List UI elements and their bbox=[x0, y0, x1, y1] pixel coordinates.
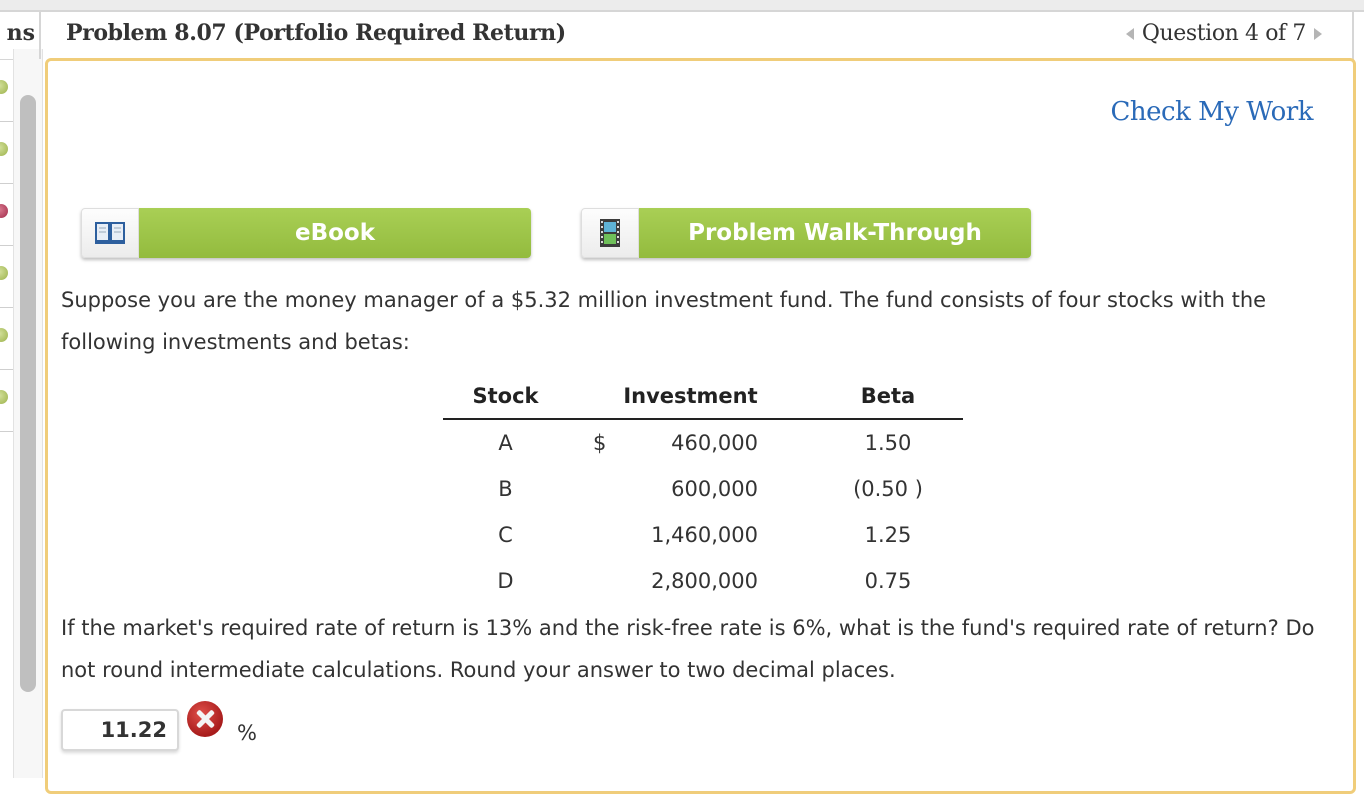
column-header-stock: Stock bbox=[443, 374, 568, 420]
currency-symbol bbox=[593, 523, 613, 547]
previous-question-icon[interactable] bbox=[1125, 27, 1134, 40]
question-position: Question 4 of 7 bbox=[1141, 21, 1307, 46]
ebook-button-label: eBook bbox=[139, 208, 531, 258]
problem-walkthrough-button[interactable]: Problem Walk-Through bbox=[581, 208, 1031, 258]
beta-cell: 1.25 bbox=[864, 523, 912, 547]
stock-table: Stock Investment Beta A $460,000 1.50 B … bbox=[443, 374, 963, 604]
table-row: C 1,460,000 1.25 bbox=[443, 512, 963, 558]
book-icon bbox=[81, 208, 139, 258]
status-correct-icon bbox=[0, 80, 8, 94]
beta-cell: 0.75 bbox=[864, 569, 912, 593]
stock-cell: A bbox=[498, 431, 513, 455]
incorrect-x-icon bbox=[187, 701, 223, 737]
stock-cell: B bbox=[498, 477, 513, 501]
question-panel: Check My Work eBook Problem Walk-Through… bbox=[45, 58, 1356, 794]
table-row: D 2,800,000 0.75 bbox=[443, 558, 963, 604]
status-correct-icon bbox=[0, 328, 8, 342]
problem-intro: Suppose you are the money manager of a $… bbox=[61, 288, 1267, 354]
answer-input[interactable] bbox=[61, 709, 179, 751]
investment-cell: 1,460,000 bbox=[651, 523, 758, 547]
investment-cell: 460,000 bbox=[671, 431, 758, 455]
investment-cell: 2,800,000 bbox=[651, 569, 758, 593]
investment-cell: 600,000 bbox=[671, 477, 758, 501]
beta-cell: (0.50 ) bbox=[853, 477, 923, 501]
percent-unit: % bbox=[237, 721, 257, 745]
table-row: B 600,000 (0.50 ) bbox=[443, 466, 963, 512]
question-navigator: Question 4 of 7 bbox=[1125, 21, 1322, 46]
status-correct-icon bbox=[0, 390, 8, 404]
page-title: Problem 8.07 (Portfolio Required Return) bbox=[66, 20, 566, 46]
status-incorrect-icon bbox=[0, 204, 8, 218]
stock-cell: C bbox=[498, 523, 513, 547]
beta-cell: 1.50 bbox=[864, 431, 912, 455]
column-header-investment: Investment bbox=[568, 374, 813, 420]
next-question-icon[interactable] bbox=[1314, 27, 1322, 40]
currency-symbol bbox=[593, 477, 613, 501]
status-correct-icon bbox=[0, 142, 8, 156]
problem-walkthrough-button-label: Problem Walk-Through bbox=[639, 208, 1031, 258]
currency-symbol bbox=[593, 569, 613, 593]
stock-cell: D bbox=[497, 569, 514, 593]
table-header-row: Stock Investment Beta bbox=[443, 374, 963, 420]
column-header-beta: Beta bbox=[813, 374, 963, 420]
top-strip bbox=[0, 0, 1364, 12]
check-my-work-link[interactable]: Check My Work bbox=[1111, 97, 1314, 127]
question-text: If the market's required rate of return … bbox=[61, 616, 1315, 682]
answer-row: % bbox=[61, 701, 257, 751]
sidebar-header-label: ns bbox=[6, 20, 35, 46]
currency-symbol: $ bbox=[593, 431, 607, 455]
table-row: A $460,000 1.50 bbox=[443, 419, 963, 466]
status-correct-icon bbox=[0, 266, 8, 280]
scrollbar-thumb[interactable] bbox=[20, 95, 36, 692]
ebook-button[interactable]: eBook bbox=[81, 208, 531, 258]
film-icon bbox=[581, 208, 639, 258]
header-divider bbox=[39, 12, 41, 59]
